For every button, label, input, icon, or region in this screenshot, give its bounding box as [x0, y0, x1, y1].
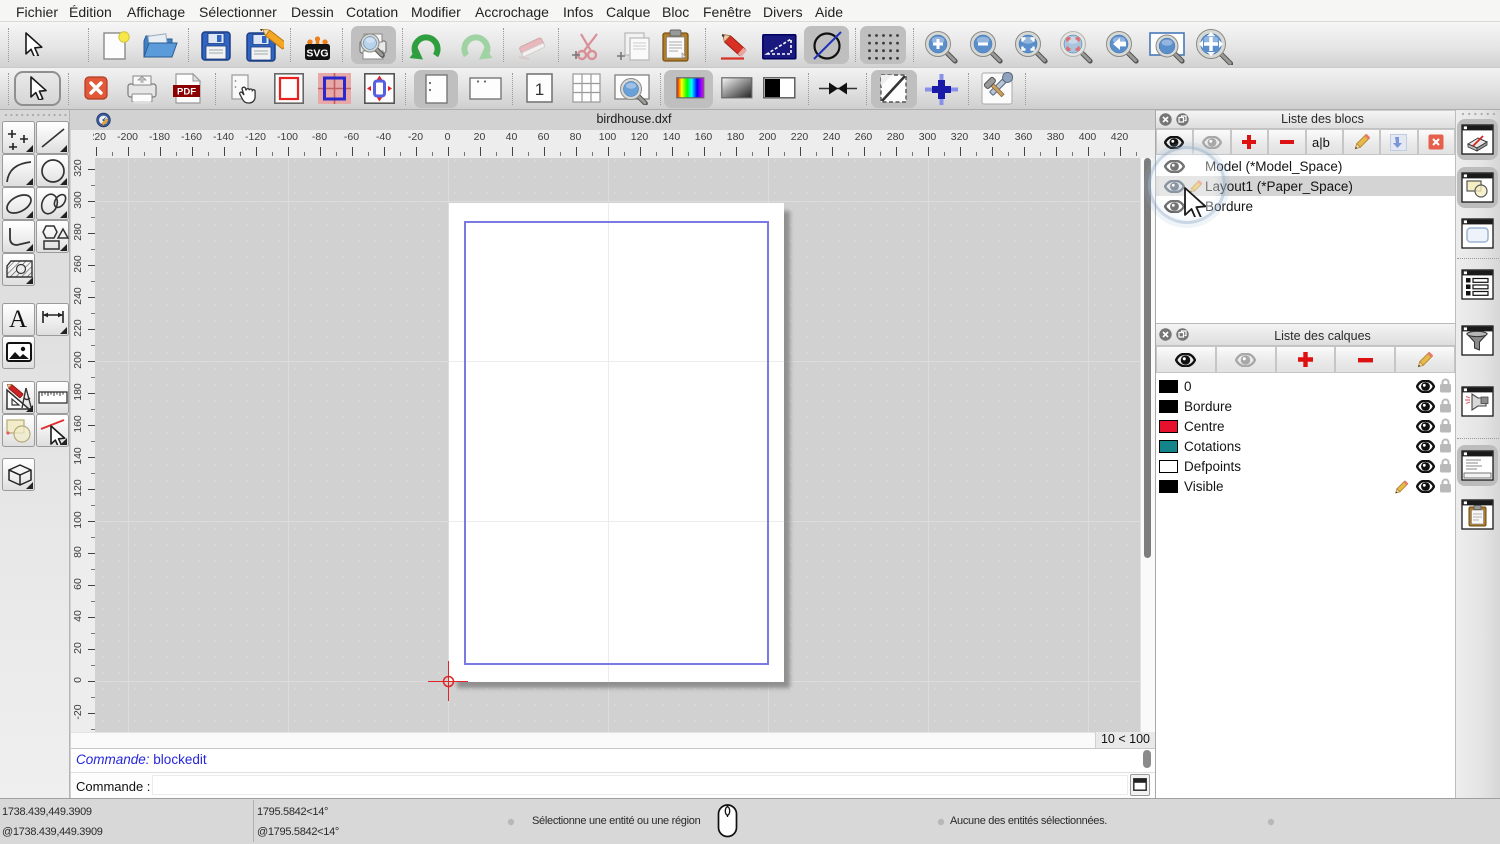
svg-text:1: 1: [535, 80, 544, 99]
svg-text:SVG: SVG: [306, 48, 328, 60]
svg-text:PDF: PDF: [177, 87, 196, 98]
